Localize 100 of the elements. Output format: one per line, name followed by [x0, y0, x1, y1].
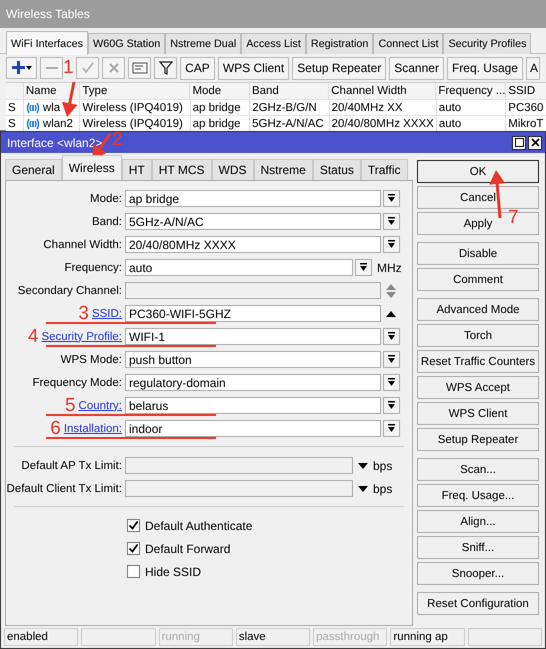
- status-cell: running: [158, 628, 233, 646]
- dropdown-button[interactable]: [383, 236, 400, 253]
- input-field[interactable]: [125, 480, 353, 497]
- dialog-button[interactable]: WPS Client: [417, 402, 539, 425]
- dialog-button[interactable]: Sniff...: [417, 536, 539, 559]
- field-label: Frequency:: [64, 262, 122, 274]
- column-header[interactable]: Mode: [190, 83, 250, 99]
- dialog-button[interactable]: Comment: [417, 268, 539, 291]
- checkbox-label: Hide SSID: [145, 564, 202, 578]
- input-field[interactable]: auto: [125, 259, 353, 276]
- tab[interactable]: W60G Station: [88, 33, 166, 54]
- checkbox-label: Default Authenticate: [145, 518, 252, 532]
- field-label: Mode:: [90, 192, 122, 204]
- input-field[interactable]: 5GHz-A/N/AC: [125, 213, 381, 230]
- dropdown-button[interactable]: [383, 190, 400, 207]
- dropdown-icon[interactable]: [358, 486, 368, 492]
- dropdown-button[interactable]: [383, 374, 400, 391]
- column-header[interactable]: SSID: [506, 83, 546, 99]
- dialog-button[interactable]: Reset Traffic Counters: [417, 350, 539, 373]
- input-field[interactable]: indoor: [125, 420, 381, 437]
- dialog-button[interactable]: Snooper...: [417, 562, 539, 585]
- dropdown-button[interactable]: [383, 351, 400, 368]
- annotation-arrow: [62, 82, 78, 117]
- input-field[interactable]: belarus: [125, 397, 381, 414]
- toolbar-button[interactable]: Scanner: [389, 56, 444, 80]
- dropdown-button[interactable]: [383, 397, 400, 414]
- dropdown-button[interactable]: [383, 213, 400, 230]
- tab[interactable]: WiFi Interfaces: [6, 31, 88, 55]
- toolbar-button[interactable]: A: [526, 56, 540, 80]
- tab[interactable]: Access List: [241, 33, 306, 54]
- dialog-button[interactable]: Advanced Mode: [417, 298, 539, 321]
- checkbox[interactable]: [127, 565, 140, 578]
- field-label: WPS Mode:: [60, 354, 122, 366]
- add-button[interactable]: [6, 57, 38, 79]
- field-label: Secondary Channel:: [18, 284, 122, 296]
- tab[interactable]: Wireless: [62, 155, 122, 180]
- input-field[interactable]: [125, 457, 353, 474]
- dropdown-button[interactable]: [383, 420, 400, 437]
- tab[interactable]: WDS: [212, 159, 254, 180]
- table-cell: Wireless (IPQ4019): [80, 116, 191, 131]
- annotation-number: 4: [28, 327, 38, 346]
- field-link[interactable]: Installation:: [64, 422, 122, 434]
- input-field[interactable]: regulatory-domain: [125, 374, 381, 391]
- input-field[interactable]: 20/40/80MHz XXXX: [125, 236, 381, 253]
- tab[interactable]: HT: [122, 159, 152, 180]
- field-label: Frequency Mode:: [32, 376, 122, 388]
- toolbar-button[interactable]: Freq. Usage: [446, 56, 523, 80]
- tab[interactable]: Traffic: [360, 159, 408, 180]
- tab[interactable]: Connect List: [373, 33, 444, 54]
- dropdown-icon[interactable]: [358, 462, 368, 468]
- tab[interactable]: Security Profiles: [443, 33, 532, 54]
- dialog-button[interactable]: Reset Configuration: [417, 592, 539, 615]
- input-field[interactable]: PC360-WIFI-5GHZ: [125, 305, 381, 322]
- checkbox[interactable]: [127, 542, 140, 555]
- column-header[interactable]: Channel Width: [329, 83, 436, 99]
- dialog-button[interactable]: Freq. Usage...: [417, 484, 539, 507]
- tab[interactable]: Status: [312, 159, 361, 180]
- dialog-button[interactable]: Align...: [417, 510, 539, 533]
- dialog-button[interactable]: Cancel: [417, 186, 539, 209]
- table-cell: ap bridge: [190, 116, 250, 131]
- column-header[interactable]: Frequency ...: [436, 83, 506, 99]
- dialog-button[interactable]: Scan...: [417, 458, 539, 481]
- input-field[interactable]: [125, 282, 381, 299]
- toolbar-button[interactable]: WPS Client: [218, 56, 290, 80]
- tab[interactable]: Nstreme: [254, 159, 313, 180]
- dialog-button[interactable]: WPS Accept: [417, 376, 539, 399]
- table-cell: auto: [436, 100, 506, 115]
- collapse-icon[interactable]: [386, 310, 396, 316]
- dropdown-icon: [387, 217, 396, 226]
- dialog-button[interactable]: Torch: [417, 324, 539, 347]
- dropdown-button[interactable]: [355, 259, 372, 276]
- column-header[interactable]: Type: [80, 83, 190, 99]
- toolbar-button[interactable]: CAP: [180, 56, 215, 80]
- input-field[interactable]: WIFI-1: [125, 328, 381, 345]
- field-link[interactable]: Country:: [78, 400, 122, 412]
- window-title: Wireless Tables: [6, 7, 90, 21]
- close-button[interactable]: [528, 136, 542, 150]
- dialog-button[interactable]: Disable: [417, 242, 539, 265]
- filter-button[interactable]: [154, 57, 178, 79]
- dropdown-button[interactable]: [383, 328, 400, 345]
- maximize-icon: [514, 138, 524, 147]
- tab[interactable]: Nstreme Dual: [165, 33, 242, 54]
- checkbox[interactable]: [127, 519, 140, 532]
- up-down-icon[interactable]: [386, 284, 396, 298]
- input-field[interactable]: ap bridge: [125, 190, 381, 207]
- column-header[interactable]: Name: [24, 83, 80, 99]
- tab[interactable]: HT MCS: [152, 159, 212, 180]
- tab[interactable]: General: [5, 159, 62, 180]
- comment-button[interactable]: [128, 57, 152, 79]
- field-link[interactable]: SSID:: [92, 308, 122, 320]
- table-cell-text: MikroT: [507, 116, 544, 131]
- dialog-button[interactable]: OK: [417, 160, 539, 183]
- dialog-button[interactable]: Setup Repeater: [417, 428, 539, 451]
- tab[interactable]: Registration: [306, 33, 374, 54]
- column-header[interactable]: Band: [250, 83, 330, 99]
- input-field[interactable]: push button: [125, 351, 381, 368]
- maximize-button[interactable]: [512, 136, 526, 150]
- toolbar-button[interactable]: Setup Repeater: [292, 56, 386, 80]
- field-link[interactable]: Security Profile:: [41, 330, 122, 342]
- status-cell: passthrough: [313, 628, 388, 646]
